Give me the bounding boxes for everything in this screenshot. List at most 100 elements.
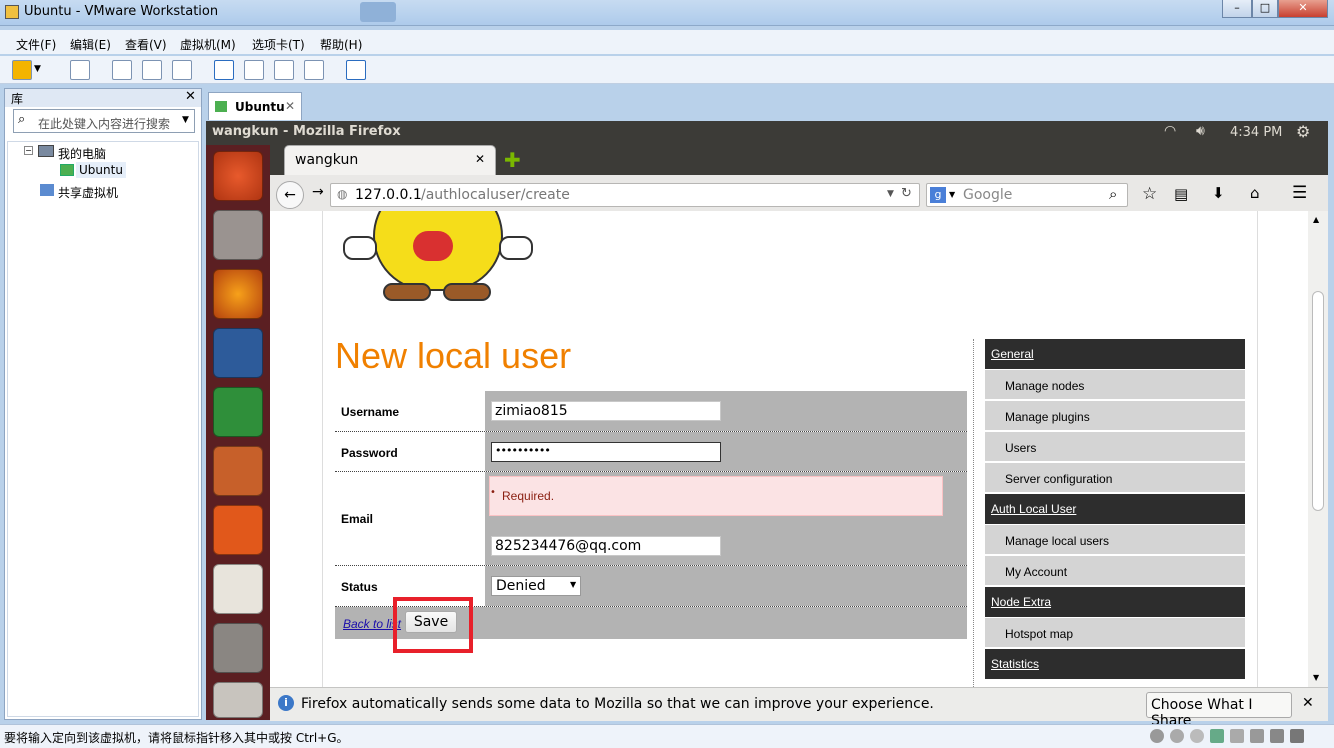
bullet-icon: • xyxy=(490,487,496,498)
hard-disk-icon[interactable] xyxy=(1150,729,1164,743)
sidebar-divider xyxy=(973,339,974,687)
sidebar-item-users[interactable]: Users xyxy=(985,432,1245,462)
snapshot-icon[interactable] xyxy=(112,60,132,80)
menu-icon[interactable]: ☰ xyxy=(1292,183,1307,203)
library-search-input[interactable]: ⌕ 在此处键入内容进行搜索 ▼ xyxy=(13,109,195,133)
scroll-down-icon[interactable]: ▼ xyxy=(1313,673,1319,682)
sidebar-header-auth-local-user[interactable]: Auth Local User xyxy=(985,494,1245,524)
search-bar[interactable]: g ▼ Google ⌕ xyxy=(926,183,1128,207)
sidebar-header-statistics[interactable]: Statistics xyxy=(985,649,1245,679)
display-icon[interactable] xyxy=(1290,729,1304,743)
show-library-icon[interactable] xyxy=(214,60,234,80)
tab-ubuntu[interactable]: Ubuntu ✕ xyxy=(208,92,302,120)
menu-help[interactable]: 帮助(H) xyxy=(320,36,362,53)
password-input[interactable]: •••••••••• xyxy=(491,442,721,462)
reload-icon[interactable]: ↻ xyxy=(901,186,912,201)
email-label: Email xyxy=(341,512,374,526)
sound-icon[interactable] xyxy=(1250,729,1264,743)
close-icon[interactable]: ✕ xyxy=(285,99,295,113)
writer-icon[interactable] xyxy=(213,328,263,378)
username-input[interactable]: zimiao815 xyxy=(491,401,721,421)
usb-icon[interactable] xyxy=(1230,729,1244,743)
settings-icon[interactable] xyxy=(213,623,263,673)
sidebar-item-manage-plugins[interactable]: Manage plugins xyxy=(985,401,1245,431)
url-bar[interactable]: ◍ 127.0.0.1 /authlocaluser/create ▼ ↻ xyxy=(330,183,920,207)
wifi-icon[interactable]: ◠ xyxy=(1164,123,1176,139)
scrollbar-thumb[interactable] xyxy=(1312,291,1324,511)
sidebar-header-node-extra[interactable]: Node Extra xyxy=(985,587,1245,617)
new-tab-icon[interactable]: ✚ xyxy=(504,148,521,172)
sidebar-item-manage-nodes[interactable]: Manage nodes xyxy=(985,370,1245,400)
sidebar-item-my-account[interactable]: My Account xyxy=(985,556,1245,586)
bookmarks-menu-icon[interactable]: ▤ xyxy=(1174,185,1188,203)
chevron-down-icon[interactable]: ▼ xyxy=(34,64,48,84)
sidebar-item-server-configuration[interactable]: Server configuration xyxy=(985,463,1245,493)
menu-vm[interactable]: 虚拟机(M) xyxy=(180,36,236,53)
menu-edit[interactable]: 编辑(E) xyxy=(70,36,111,53)
status-select[interactable]: Denied ▼ xyxy=(491,576,581,596)
email-input[interactable]: 825234476@qq.com xyxy=(491,536,721,556)
fullscreen-icon[interactable] xyxy=(274,60,294,80)
firefox-icon[interactable] xyxy=(213,269,263,319)
page-scrollbar[interactable]: ▲ ▼ xyxy=(1308,211,1328,687)
tree-vm-ubuntu[interactable]: Ubuntu xyxy=(76,162,126,178)
chevron-down-icon[interactable]: ▼ xyxy=(182,115,189,125)
vmware-toolbar: ▼ xyxy=(0,56,1334,84)
collapse-icon[interactable]: − xyxy=(24,146,33,155)
files-icon[interactable] xyxy=(213,210,263,260)
console-view-icon[interactable] xyxy=(244,60,264,80)
chevron-down-icon[interactable]: ▼ xyxy=(949,190,955,199)
snapshot-manager-icon[interactable] xyxy=(172,60,192,80)
tree-my-computer[interactable]: 我的电脑 xyxy=(58,145,106,162)
close-icon[interactable]: ✕ xyxy=(475,152,485,166)
page-container: New local user Username zimiao815 Passwo… xyxy=(322,211,1258,687)
menu-file[interactable]: 文件(F) xyxy=(16,36,56,53)
clock[interactable]: 4:34 PM xyxy=(1230,125,1282,140)
chevron-down-icon[interactable]: ▼ xyxy=(887,189,894,199)
dash-home-icon[interactable] xyxy=(213,151,263,201)
bookmark-star-icon[interactable]: ☆ xyxy=(1142,184,1157,204)
close-button[interactable]: ✕ xyxy=(1278,0,1328,18)
search-placeholder: Google xyxy=(963,187,1013,203)
search-icon[interactable]: ⌕ xyxy=(1109,185,1117,203)
choose-what-i-share-button[interactable]: Choose What I Share xyxy=(1146,692,1292,729)
revert-snapshot-icon[interactable] xyxy=(142,60,162,80)
globe-icon: ◍ xyxy=(337,187,348,201)
back-icon[interactable]: ← xyxy=(276,181,304,209)
sidebar-item-hotspot-map[interactable]: Hotspot map xyxy=(985,618,1245,648)
menu-view[interactable]: 查看(V) xyxy=(125,36,167,53)
forward-icon[interactable]: → xyxy=(312,184,324,200)
unity-icon[interactable] xyxy=(304,60,324,80)
minimize-button[interactable]: – xyxy=(1222,0,1252,18)
downloads-icon[interactable]: ⬇ xyxy=(1212,184,1225,202)
ubuntu-top-panel: wangkun - Mozilla Firefox ◠ 🔊︎ 4:34 PM ⚙… xyxy=(206,121,1328,145)
gear-icon[interactable]: ⚙︎ xyxy=(1296,122,1310,141)
close-icon[interactable]: ✕ xyxy=(1302,695,1314,711)
network-icon[interactable] xyxy=(1210,729,1224,743)
software-center-icon[interactable] xyxy=(213,505,263,555)
firefox-tab[interactable]: wangkun ✕ xyxy=(284,145,496,175)
calc-icon[interactable] xyxy=(213,387,263,437)
amazon-icon[interactable] xyxy=(213,564,263,614)
email-error-box: • Required. xyxy=(489,476,943,516)
sidebar-item-manage-local-users[interactable]: Manage local users xyxy=(985,525,1245,555)
url-host: 127.0.0.1 xyxy=(355,187,422,203)
google-icon[interactable]: g xyxy=(930,187,946,203)
home-icon[interactable]: ⌂ xyxy=(1250,184,1260,202)
impress-icon[interactable] xyxy=(213,446,263,496)
send-ctrl-alt-del-icon[interactable] xyxy=(70,60,90,80)
sidebar-header-general[interactable]: General xyxy=(985,339,1245,369)
close-icon[interactable]: ✕ xyxy=(185,89,196,104)
storage-icon[interactable] xyxy=(213,682,263,718)
tree-shared-vms[interactable]: 共享虚拟机 xyxy=(58,184,118,201)
maximize-button[interactable]: □ xyxy=(1252,0,1278,18)
search-icon[interactable] xyxy=(360,2,396,22)
printer-icon[interactable] xyxy=(1270,729,1284,743)
scroll-up-icon[interactable]: ▲ xyxy=(1313,215,1319,224)
menu-tabs[interactable]: 选项卡(T) xyxy=(252,36,305,53)
cd-icon[interactable] xyxy=(1170,729,1184,743)
volume-icon[interactable]: 🔊︎ xyxy=(1196,123,1205,139)
pause-icon[interactable] xyxy=(12,60,32,80)
thumbnail-view-icon[interactable] xyxy=(346,60,366,80)
floppy-icon[interactable] xyxy=(1190,729,1204,743)
